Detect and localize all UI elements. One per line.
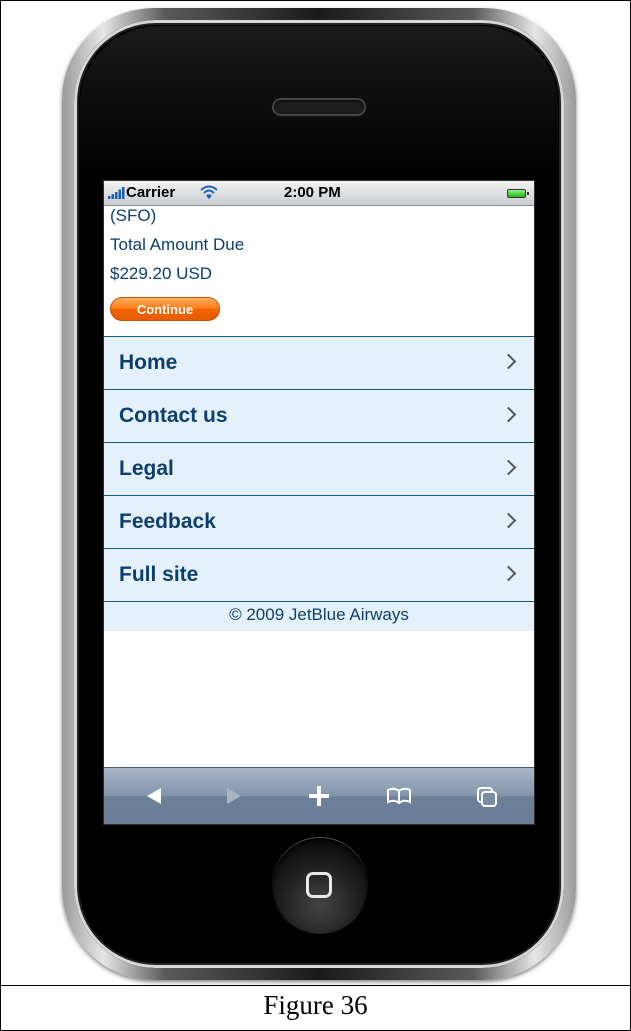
menu-item-label: Feedback: [119, 510, 216, 533]
earpiece-speaker: [274, 100, 364, 114]
menu-item-label: Full site: [119, 563, 199, 586]
chevron-right-icon: [500, 565, 517, 582]
figure-caption: Figure 36: [263, 990, 368, 1020]
total-amount-value: $229.20 USD: [110, 264, 213, 283]
menu-item-label: Contact us: [119, 404, 228, 427]
menu-item-feedback[interactable]: Feedback: [104, 496, 534, 549]
signal-strength-icon: [108, 187, 125, 199]
safari-toolbar: [104, 767, 534, 824]
menu-item-home[interactable]: Home: [104, 337, 534, 390]
status-time: 2:00 PM: [284, 184, 341, 201]
chevron-right-icon: [500, 512, 517, 529]
home-button[interactable]: [272, 838, 368, 934]
carrier-name: Carrier: [126, 184, 176, 201]
forward-icon[interactable]: [219, 782, 249, 810]
status-bar: Carrier 2:00 PM: [104, 181, 534, 206]
chevron-right-icon: [500, 406, 517, 423]
home-square-icon: [306, 872, 332, 898]
chevron-right-icon: [500, 459, 517, 476]
menu-item-label: Legal: [119, 457, 174, 480]
figure-divider: [0, 985, 631, 986]
nav-menu: Home Contact us Legal Feedback Full site…: [104, 336, 534, 631]
add-bookmark-icon[interactable]: [304, 782, 334, 810]
menu-item-contact-us[interactable]: Contact us: [104, 390, 534, 443]
bookmarks-icon[interactable]: [384, 782, 414, 810]
copyright-text: © 2009 JetBlue Airways: [104, 602, 534, 631]
back-icon[interactable]: [139, 782, 169, 810]
menu-item-full-site[interactable]: Full site: [104, 549, 534, 602]
menu-item-legal[interactable]: Legal: [104, 443, 534, 496]
airport-code: (SFO): [110, 206, 157, 225]
menu-item-label: Home: [119, 351, 178, 374]
continue-button[interactable]: Continue: [110, 297, 220, 321]
wifi-icon: [200, 185, 218, 199]
total-amount-label: Total Amount Due: [110, 235, 245, 254]
pages-icon[interactable]: [472, 782, 502, 810]
phone-screen: Carrier 2:00 PM (SFO) Total Amount Due $…: [103, 180, 535, 825]
battery-icon: [507, 189, 529, 198]
chevron-right-icon: [500, 353, 517, 370]
